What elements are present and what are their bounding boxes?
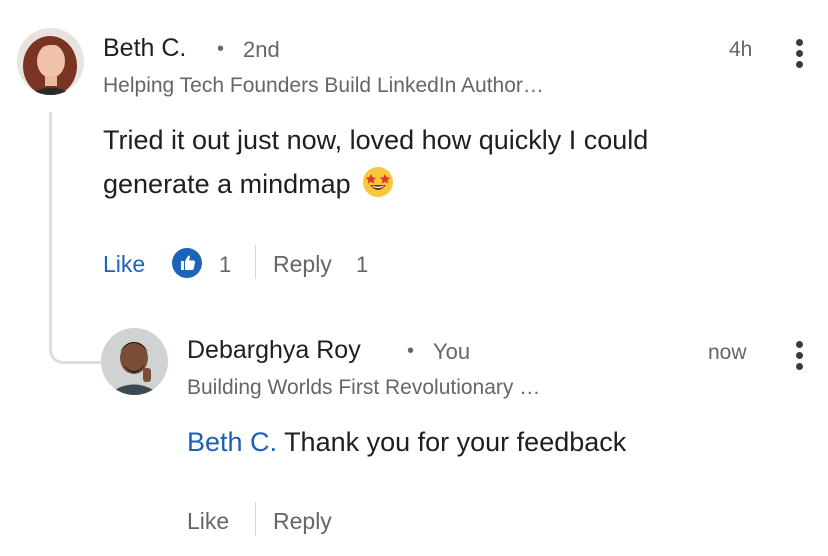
reply-separator-dot: • bbox=[407, 340, 415, 362]
thread-connector bbox=[49, 112, 101, 364]
author-headline: Helping Tech Founders Build LinkedIn Aut… bbox=[103, 74, 544, 97]
reply-reply-button[interactable]: Reply bbox=[273, 508, 332, 535]
like-button[interactable]: Like bbox=[103, 251, 145, 278]
author-name[interactable]: Beth C. bbox=[103, 34, 186, 63]
reply-author-headline: Building Worlds First Revolutionary … bbox=[187, 376, 541, 399]
reply-more-options-icon[interactable] bbox=[793, 339, 805, 373]
thumbs-up-reaction-icon bbox=[172, 248, 202, 278]
reply-avatar[interactable] bbox=[101, 328, 168, 395]
reply-text: Beth C. Thank you for your feedback bbox=[187, 420, 626, 464]
action-divider bbox=[255, 245, 256, 279]
like-count: 1 bbox=[219, 252, 232, 277]
reply-button[interactable]: Reply bbox=[273, 251, 332, 278]
separator-dot: • bbox=[217, 38, 225, 60]
comment-text: Tried it out just now, loved how quickly… bbox=[103, 118, 743, 206]
reply-like-button[interactable]: Like bbox=[187, 508, 229, 535]
reply-timestamp: now bbox=[708, 341, 747, 364]
reply-count: 1 bbox=[356, 252, 369, 277]
reply-action-divider bbox=[255, 502, 256, 536]
mention-link[interactable]: Beth C. bbox=[187, 427, 277, 457]
star-struck-emoji-icon bbox=[362, 166, 394, 198]
reply-text-content: Thank you for your feedback bbox=[284, 427, 627, 457]
timestamp: 4h bbox=[729, 38, 753, 61]
more-options-icon[interactable] bbox=[793, 37, 805, 71]
reply-connection-degree: You bbox=[433, 339, 471, 364]
avatar[interactable] bbox=[17, 28, 84, 95]
reply-author-name[interactable]: Debarghya Roy bbox=[187, 336, 361, 365]
connection-degree: 2nd bbox=[243, 37, 280, 62]
